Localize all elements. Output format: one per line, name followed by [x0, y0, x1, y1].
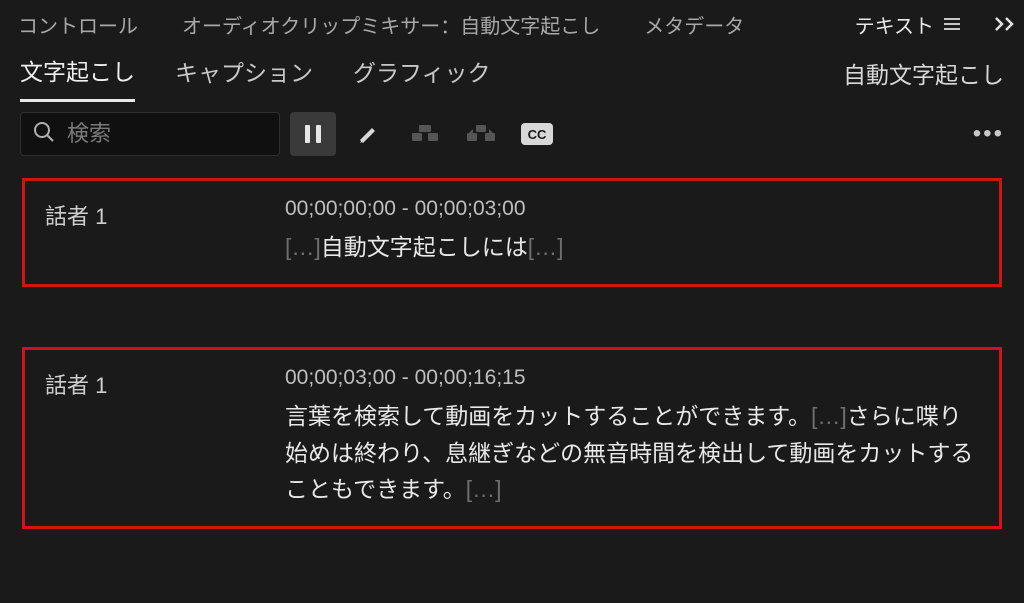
insert-pause-button[interactable] [290, 112, 336, 156]
segment-text[interactable]: […]自動文字起こしには[…] [285, 229, 979, 266]
ellipsis-post: […] [466, 476, 502, 502]
merge-segments-button[interactable] [402, 112, 448, 156]
segment-timecode: 00;00;00;00 - 00;00;03;00 [285, 197, 979, 221]
transcript-segment[interactable]: 話者 1 00;00;03;00 - 00;00;16;15 言葉を検索して動画… [22, 347, 1002, 529]
segment-text[interactable]: 言葉を検索して動画をカットすることができます。[…]さらに喋り始めは終わり、息継… [285, 398, 979, 508]
ellipsis-post: […] [528, 234, 564, 260]
search-icon [33, 121, 55, 148]
split-segment-button[interactable] [458, 112, 504, 156]
panel-menu-icon[interactable] [944, 17, 960, 31]
transcript-list: 話者 1 00;00;00;00 - 00;00;03;00 […]自動文字起こ… [0, 164, 1024, 603]
tab-audio-mixer[interactable]: オーディオクリップミキサー：自動文字起こし [172, 0, 610, 49]
tab-metadata[interactable]: メタデータ [634, 0, 754, 49]
overflow-chevrons-icon[interactable] [994, 16, 1016, 32]
transcript-segment[interactable]: 話者 1 00;00;00;00 - 00;00;03;00 […]自動文字起こ… [22, 178, 1002, 287]
tab-text[interactable]: テキスト [845, 0, 970, 49]
captions-cc-button[interactable]: CC [514, 112, 560, 156]
overflow-menu-icon[interactable]: ••• [973, 120, 1004, 148]
segment-text-a: 言葉を検索して動画をカットすることができます。 [285, 403, 811, 429]
segment-body: 00;00;03;00 - 00;00;16;15 言葉を検索して動画をカットす… [285, 366, 979, 508]
auto-transcribe-label[interactable]: 自動文字起こし [843, 56, 1004, 90]
segment-body: 00;00;00;00 - 00;00;03;00 […]自動文字起こしには[…… [285, 197, 979, 266]
subtab-captions[interactable]: キャプション [175, 46, 313, 100]
search-box[interactable] [20, 112, 280, 156]
ellipsis-mid: […] [811, 403, 847, 429]
edit-pencil-button[interactable] [346, 112, 392, 156]
speaker-label[interactable]: 話者 1 [45, 366, 245, 508]
tab-control[interactable]: コントロール [8, 0, 148, 49]
speaker-label[interactable]: 話者 1 [45, 197, 245, 266]
segment-timecode: 00;00;03;00 - 00;00;16;15 [285, 366, 979, 390]
subtab-graphics[interactable]: グラフィック [353, 46, 491, 100]
subtab-transcribe[interactable]: 文字起こし [20, 45, 135, 102]
ellipsis-pre: […] [285, 234, 321, 260]
cc-text: CC [528, 127, 547, 142]
search-input[interactable] [67, 121, 267, 147]
segment-text-content: 自動文字起こしには [321, 234, 528, 260]
tab-text-label: テキスト [855, 10, 934, 39]
